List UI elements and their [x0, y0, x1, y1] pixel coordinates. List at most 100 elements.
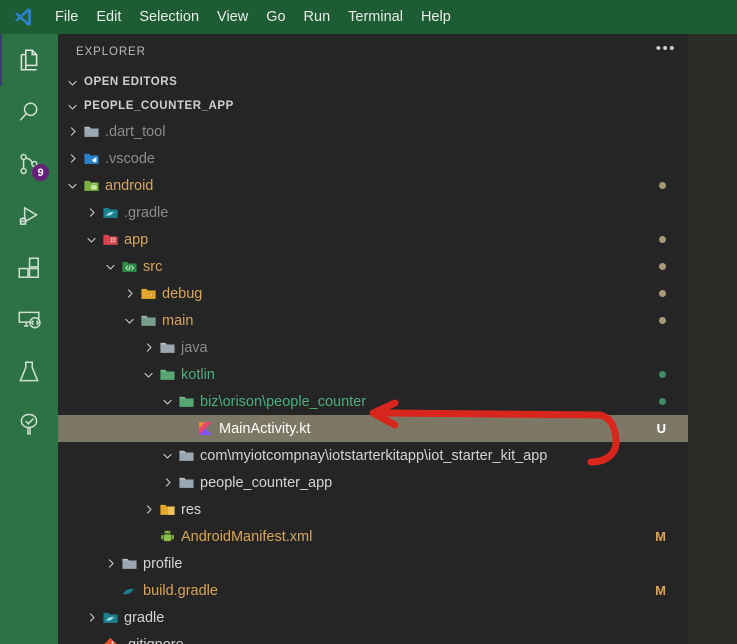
folder-grey-icon — [80, 118, 102, 145]
folder-src-icon — [118, 253, 140, 280]
status-dot-modified — [659, 172, 666, 199]
tree-row-label: .vscode — [105, 150, 155, 167]
activity-item-testing[interactable] — [0, 346, 58, 398]
tree-row[interactable]: people_counter_app — [58, 469, 688, 496]
folder-vscode-icon — [80, 145, 102, 172]
menu-item-selection[interactable]: Selection — [130, 5, 208, 29]
chevron-right-icon[interactable] — [83, 604, 99, 631]
tree-row-label: kotlin — [181, 366, 215, 383]
remote-explorer-icon — [18, 311, 41, 329]
tree-row[interactable]: res — [58, 496, 688, 523]
chevron-down-icon[interactable] — [121, 307, 137, 334]
file-tree: OPEN EDITORS PEOPLE_COUNTER_APP .dart_to… — [58, 70, 688, 644]
chevron-down-icon[interactable] — [159, 442, 175, 469]
menu-item-terminal[interactable]: Terminal — [339, 5, 412, 29]
chevron-down-icon[interactable] — [159, 388, 175, 415]
activity-item-source-control[interactable]: 9 — [0, 138, 58, 190]
tree-row[interactable]: .gitignore — [58, 631, 688, 644]
tree-row-label: biz\orison\people_counter — [200, 393, 367, 410]
tree-row-label: people_counter_app — [200, 474, 333, 491]
sidebar-header: EXPLORER ••• — [58, 34, 688, 70]
tree-row[interactable]: MainActivity.kt U — [58, 415, 688, 442]
explorer-sidebar: EXPLORER ••• OPEN EDITORS PEOPLE_COUNTER… — [58, 34, 688, 644]
tree-row[interactable]: java — [58, 334, 688, 361]
tree-row-label: java — [181, 339, 208, 356]
tree-row-label: profile — [143, 555, 183, 572]
menu-item-view[interactable]: View — [208, 5, 257, 29]
tree-section-1[interactable]: PEOPLE_COUNTER_APP — [58, 94, 688, 118]
status-dot-modified — [659, 280, 666, 307]
chevron-down-icon[interactable] — [83, 226, 99, 253]
tree-row-label: debug — [162, 285, 203, 302]
tree-row[interactable]: gradle — [58, 604, 688, 631]
more-actions-button[interactable]: ••• — [656, 41, 676, 60]
tree-row-label: .dart_tool — [105, 123, 166, 140]
chevron-right-icon[interactable] — [64, 118, 80, 145]
chevron-down-icon[interactable] — [102, 253, 118, 280]
tree-row[interactable]: android — [58, 172, 688, 199]
folder-res-icon — [156, 496, 178, 523]
status-dot-modified — [659, 307, 666, 334]
menu-item-file[interactable]: File — [46, 5, 87, 29]
tree-row-label: main — [162, 312, 194, 329]
search-icon — [19, 102, 38, 121]
tree-row[interactable]: debug — [58, 280, 688, 307]
chevron-right-icon[interactable] — [83, 199, 99, 226]
chevron-down-icon[interactable] — [140, 361, 156, 388]
menu-item-edit[interactable]: Edit — [87, 5, 130, 29]
menu-item-go[interactable]: Go — [257, 5, 294, 29]
chevron-right-icon[interactable] — [140, 496, 156, 523]
android-icon — [156, 523, 178, 550]
tree-row[interactable]: .gradle — [58, 199, 688, 226]
activity-item-explorer[interactable] — [0, 34, 58, 86]
tree-row-label: build.gradle — [143, 582, 218, 599]
tree-row-label: com\myiotcompnay\iotstarterkitapp\iot_st… — [200, 447, 548, 464]
tree-section-label: OPEN EDITORS — [84, 76, 178, 88]
tree-row[interactable]: build.gradle M — [58, 577, 688, 604]
status-badge: U — [656, 421, 666, 436]
folder-grey-icon — [118, 550, 140, 577]
run-debug-icon — [19, 206, 39, 226]
folder-grey-icon — [175, 442, 197, 469]
tree-row[interactable]: src — [58, 253, 688, 280]
tree-row[interactable]: profile — [58, 550, 688, 577]
folder-gradle-icon — [99, 199, 121, 226]
chevron-down-icon[interactable] — [64, 172, 80, 199]
tree-row[interactable]: AndroidManifest.xml M — [58, 523, 688, 550]
menu-item-help[interactable]: Help — [412, 5, 460, 29]
chevron-right-icon[interactable] — [64, 145, 80, 172]
tree-row[interactable]: main — [58, 307, 688, 334]
activity-item-search[interactable] — [0, 86, 58, 138]
activity-item-todo-tree[interactable] — [0, 398, 58, 450]
beaker-icon — [19, 361, 39, 382]
folder-debug-icon — [137, 280, 159, 307]
tree-row-label: android — [105, 177, 154, 194]
menu-item-run[interactable]: Run — [295, 5, 340, 29]
activity-item-run-and-debug[interactable] — [0, 190, 58, 242]
tree-row[interactable]: com\myiotcompnay\iotstarterkitapp\iot_st… — [58, 442, 688, 469]
tree-row[interactable]: .vscode — [58, 145, 688, 172]
tree-row[interactable]: .dart_tool — [58, 118, 688, 145]
tree-row[interactable]: app — [58, 226, 688, 253]
tree-check-icon — [20, 413, 38, 435]
tree-row[interactable]: biz\orison\people_counter — [58, 388, 688, 415]
folder-green-icon — [175, 388, 197, 415]
status-dot-modified — [659, 226, 666, 253]
activity-item-extensions[interactable] — [0, 242, 58, 294]
folder-grey-icon — [156, 334, 178, 361]
chevron-right-icon[interactable] — [140, 334, 156, 361]
chevron-right-icon[interactable] — [121, 280, 137, 307]
folder-gradle-icon — [99, 604, 121, 631]
folder-grey-icon — [175, 469, 197, 496]
tree-row-label: .gitignore — [124, 637, 184, 644]
folder-app-icon — [99, 226, 121, 253]
activity-item-remote-explorer[interactable] — [0, 294, 58, 346]
tree-row[interactable]: kotlin — [58, 361, 688, 388]
chevron-right-icon[interactable] — [159, 469, 175, 496]
chevron-right-icon[interactable] — [102, 550, 118, 577]
folder-android-icon — [80, 172, 102, 199]
git-icon — [99, 631, 121, 644]
activity-bar: 9 — [0, 34, 58, 644]
tree-section-0[interactable]: OPEN EDITORS — [58, 70, 688, 94]
status-dot-untracked — [659, 388, 666, 415]
